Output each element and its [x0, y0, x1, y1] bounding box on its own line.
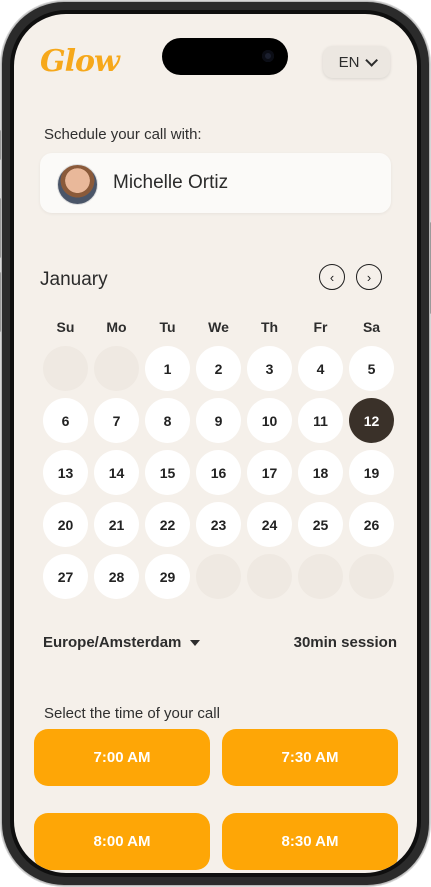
phone-bezel: Glow EN Schedule your call with: Michell…	[10, 10, 421, 877]
language-selector[interactable]: EN	[323, 46, 390, 78]
day-button[interactable]: 21	[94, 502, 139, 547]
weekday-label: Mo	[106, 319, 127, 335]
weekday-header: Su Mo Tu We Th Fr Sa	[40, 319, 397, 335]
day-button[interactable]: 28	[94, 554, 139, 599]
host-card[interactable]: Michelle Ortiz	[40, 153, 391, 213]
camera-icon	[262, 50, 274, 62]
time-slot-button[interactable]: 8:00 AM	[34, 813, 210, 870]
chevron-right-icon: ›	[366, 269, 372, 285]
chevron-down-icon	[365, 53, 379, 67]
schedule-label: Schedule your call with:	[44, 126, 202, 143]
day-button[interactable]: 14	[94, 450, 139, 495]
brand-logo: Glow	[40, 44, 120, 79]
day-button[interactable]: 23	[196, 502, 241, 547]
weekday-label: Su	[56, 319, 75, 335]
weekday-label: Tu	[159, 319, 176, 335]
timezone-value: Europe/Amsterdam	[43, 634, 182, 651]
caret-down-icon	[190, 639, 201, 646]
day-button[interactable]: 7	[94, 398, 139, 443]
volume-down-button	[0, 272, 1, 332]
day-button[interactable]: 16	[196, 450, 241, 495]
weekday-label: We	[208, 319, 229, 335]
volume-up-button	[0, 198, 1, 258]
empty-day-cell	[94, 346, 139, 391]
day-button[interactable]: 24	[247, 502, 292, 547]
weekday-label: Sa	[362, 319, 381, 335]
day-button[interactable]: 3	[247, 346, 292, 391]
time-slot-button[interactable]: 7:30 AM	[222, 729, 398, 786]
day-button[interactable]: 1	[145, 346, 190, 391]
session-duration: 30min session	[293, 634, 397, 651]
host-name: Michelle Ortiz	[113, 172, 229, 193]
weekday-label: Th	[260, 319, 279, 335]
empty-day-cell	[247, 554, 292, 599]
day-button[interactable]: 2	[196, 346, 241, 391]
next-month-button[interactable]: ›	[356, 264, 382, 290]
prev-month-button[interactable]: ‹	[319, 264, 345, 290]
timezone-selector[interactable]: Europe/Amsterdam	[43, 634, 201, 651]
selected-day-button[interactable]: 12	[349, 398, 394, 443]
day-button[interactable]: 17	[247, 450, 292, 495]
day-button[interactable]: 13	[43, 450, 88, 495]
day-button[interactable]: 26	[349, 502, 394, 547]
avatar	[57, 164, 98, 205]
empty-day-cell	[349, 554, 394, 599]
day-button[interactable]: 27	[43, 554, 88, 599]
screen: Glow EN Schedule your call with: Michell…	[14, 14, 417, 873]
time-slot-button[interactable]: 7:00 AM	[34, 729, 210, 786]
day-button[interactable]: 5	[349, 346, 394, 391]
empty-day-cell	[43, 346, 88, 391]
day-button[interactable]: 4	[298, 346, 343, 391]
dynamic-island	[162, 38, 288, 75]
day-button[interactable]: 18	[298, 450, 343, 495]
day-button[interactable]: 15	[145, 450, 190, 495]
phone-frame: Glow EN Schedule your call with: Michell…	[0, 2, 431, 885]
day-button[interactable]: 22	[145, 502, 190, 547]
calendar-grid: 1 2 3 4 5 6 7 8 9 10 11 12 13 14 15 16 17 18 19 20 21 22 23 24 2…	[40, 346, 397, 606]
day-button[interactable]: 25	[298, 502, 343, 547]
day-button[interactable]: 8	[145, 398, 190, 443]
day-button[interactable]: 11	[298, 398, 343, 443]
language-value: EN	[338, 53, 360, 71]
day-button[interactable]: 20	[43, 502, 88, 547]
empty-day-cell	[298, 554, 343, 599]
day-button[interactable]: 6	[43, 398, 88, 443]
time-slot-button[interactable]: 8:30 AM	[222, 813, 398, 870]
day-button[interactable]: 19	[349, 450, 394, 495]
day-button[interactable]: 10	[247, 398, 292, 443]
time-select-label: Select the time of your call	[44, 705, 220, 722]
month-title: January	[40, 269, 108, 290]
weekday-label: Fr	[313, 319, 328, 335]
day-button[interactable]: 9	[196, 398, 241, 443]
day-button[interactable]: 29	[145, 554, 190, 599]
empty-day-cell	[196, 554, 241, 599]
action-button	[0, 130, 1, 160]
chevron-left-icon: ‹	[329, 269, 335, 285]
